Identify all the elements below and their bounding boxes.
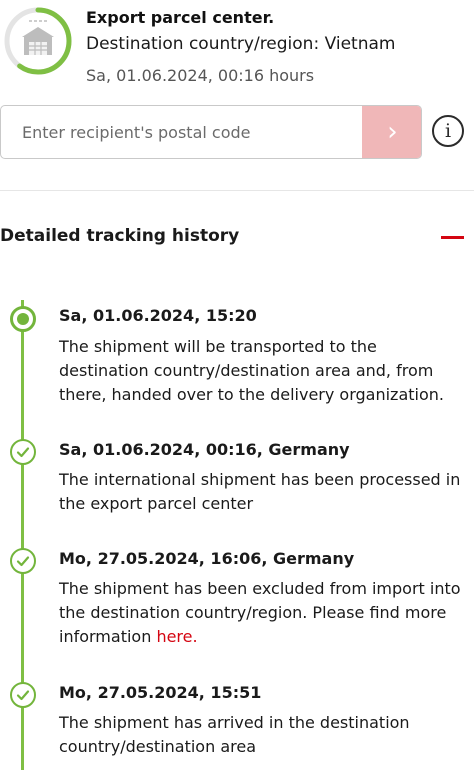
- check-icon: [10, 682, 36, 708]
- event-title: Sa, 01.06.2024, 00:16, Germany: [59, 440, 350, 459]
- divider: [0, 190, 474, 191]
- event-title: Mo, 27.05.2024, 16:06, Germany: [59, 549, 355, 568]
- status-title: Export parcel center.: [86, 8, 275, 27]
- destination-country: Destination country/region: Vietnam: [86, 34, 396, 54]
- tracking-history-title: Detailed tracking history: [0, 226, 240, 246]
- status-progress-ring: [4, 7, 72, 75]
- event-description-text: The shipment has been excluded from impo…: [59, 579, 461, 646]
- postal-code-input[interactable]: [1, 106, 361, 158]
- warehouse-icon: [22, 20, 54, 55]
- status-timestamp: Sa, 01.06.2024, 00:16 hours: [86, 66, 315, 85]
- event-description: The international shipment has been proc…: [59, 470, 461, 513]
- postal-code-box: ›: [0, 105, 422, 159]
- postal-submit-button[interactable]: ›: [362, 106, 421, 158]
- tracking-timeline: Sa, 01.06.2024, 15:20 The shipment will …: [0, 290, 474, 770]
- current-dot-icon: [10, 306, 36, 332]
- tracking-history-toggle[interactable]: Detailed tracking history: [0, 216, 474, 260]
- event-title: Sa, 01.06.2024, 15:20: [59, 306, 257, 325]
- check-icon: [10, 548, 36, 574]
- check-icon: [10, 439, 36, 465]
- minus-icon: [441, 236, 464, 239]
- event-description: The shipment has been excluded from impo…: [59, 577, 464, 649]
- event-title: Mo, 27.05.2024, 15:51: [59, 683, 262, 702]
- info-button[interactable]: i: [432, 115, 464, 147]
- postal-code-row: › i: [0, 105, 474, 163]
- more-information-link[interactable]: here.: [156, 627, 197, 646]
- event-description: The shipment has arrived in the destinat…: [59, 713, 410, 756]
- info-icon: i: [444, 120, 452, 142]
- chevron-right-icon: ›: [387, 117, 398, 147]
- event-description: The shipment will be transported to the …: [59, 337, 444, 404]
- shipment-status-header: Export parcel center. Destination countr…: [0, 0, 474, 96]
